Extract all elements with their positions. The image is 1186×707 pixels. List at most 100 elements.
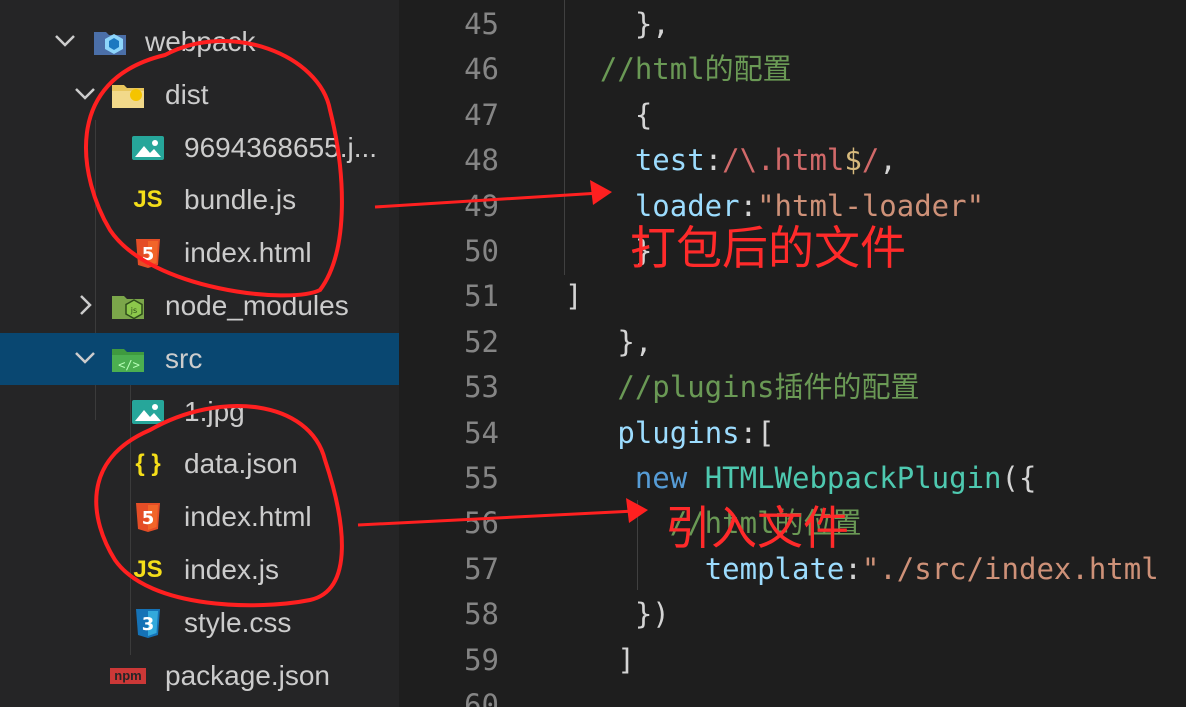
code-line: ] bbox=[565, 276, 582, 316]
svg-text:</>: </> bbox=[118, 358, 140, 372]
webpack-folder-icon bbox=[92, 26, 128, 58]
tree-item-label: data.json bbox=[184, 448, 298, 480]
tree-item[interactable]: 5 index.html bbox=[0, 491, 399, 543]
annotation-note: 打包后的文件 bbox=[630, 221, 906, 275]
html-file-icon: 5 bbox=[130, 501, 166, 533]
image-file-icon bbox=[130, 132, 166, 164]
chevron-right-icon[interactable] bbox=[70, 288, 100, 322]
image-file-icon bbox=[130, 396, 166, 428]
line-number: 49 bbox=[464, 188, 499, 223]
line-number: 48 bbox=[464, 143, 499, 178]
code-line: { bbox=[565, 95, 652, 135]
js-badge: JS bbox=[133, 186, 163, 214]
code-token: }) bbox=[565, 597, 670, 632]
tree-item[interactable]: JS bundle.js bbox=[0, 174, 399, 226]
line-number: 54 bbox=[464, 415, 499, 450]
code-token: ({ bbox=[1001, 461, 1037, 495]
code-token: //html的配置 bbox=[565, 52, 792, 87]
code-token: ] bbox=[565, 279, 583, 314]
code-token: "./src/index.html bbox=[861, 551, 1159, 586]
line-number: 59 bbox=[464, 642, 499, 677]
tree-item-label: index.js bbox=[184, 554, 279, 585]
tree-item[interactable]: 5 index.html bbox=[0, 227, 399, 279]
line-number: 60 bbox=[464, 688, 499, 707]
tree-item-label: bundle.js bbox=[184, 184, 297, 216]
code-token: new bbox=[634, 461, 688, 495]
code-token: }, bbox=[565, 7, 670, 41]
code-token: $ bbox=[844, 143, 862, 178]
svg-text:3: 3 bbox=[142, 614, 155, 635]
tree-item-label: style.css bbox=[184, 606, 292, 638]
tree-item-label: 1.jpg bbox=[184, 395, 245, 427]
code-token: //plugins插件的配置 bbox=[565, 370, 920, 405]
js-file-icon: JS bbox=[130, 554, 166, 586]
line-number: 58 bbox=[464, 597, 499, 632]
code-line: ] bbox=[565, 640, 635, 680]
json-file-icon: { } bbox=[130, 448, 166, 480]
tree-item[interactable]: js node_modules bbox=[0, 280, 399, 332]
line-number: 45 bbox=[464, 7, 499, 41]
code-line: //plugins插件的配置 bbox=[565, 367, 920, 407]
code-token: : bbox=[704, 143, 723, 178]
tree-item-label: 9694368655.j... bbox=[184, 131, 378, 163]
src-folder-icon: </> bbox=[110, 343, 146, 375]
tree-item-label: index.html bbox=[184, 501, 312, 533]
line-number: 47 bbox=[464, 97, 499, 132]
tree-item[interactable]: npm package.json bbox=[0, 650, 399, 702]
code-line: }) bbox=[565, 594, 670, 634]
node-folder-icon: js bbox=[110, 290, 146, 322]
tree-item[interactable]: { } data.json bbox=[0, 438, 399, 490]
js-file-icon: JS bbox=[130, 184, 166, 216]
code-token: / bbox=[861, 143, 880, 178]
tree-item[interactable]: 3 style.css bbox=[0, 597, 399, 649]
js-badge: JS bbox=[133, 556, 163, 583]
line-number: 56 bbox=[464, 506, 499, 541]
code-line: template:"./src/index.html bbox=[565, 549, 1159, 589]
html-file-icon: 5 bbox=[130, 237, 166, 269]
line-number: 52 bbox=[464, 324, 499, 359]
line-number: 51 bbox=[464, 279, 499, 314]
chevron-down-icon[interactable] bbox=[70, 341, 100, 375]
svg-text:5: 5 bbox=[142, 244, 155, 265]
chevron-down-icon[interactable] bbox=[50, 24, 80, 58]
tree-item-label: package.json bbox=[165, 659, 331, 691]
line-number: 55 bbox=[464, 461, 499, 495]
code-token: /\. bbox=[722, 143, 775, 178]
file-explorer: webpack dist 9694368655.j... JS bundle.js 5 in… bbox=[0, 0, 399, 707]
tree-item[interactable]: JS index.js bbox=[0, 544, 399, 596]
code-line: }, bbox=[565, 322, 652, 362]
code-token: { bbox=[565, 97, 653, 132]
tree-item[interactable]: </> src bbox=[0, 332, 399, 385]
tree-item[interactable]: webpack bbox=[0, 16, 399, 68]
tree-item-label: dist bbox=[165, 78, 209, 110]
code-token: , bbox=[879, 143, 897, 178]
chevron-down-icon[interactable] bbox=[70, 77, 100, 111]
line-number: 57 bbox=[464, 551, 499, 586]
code-line: test:/\.html$/, bbox=[565, 140, 897, 180]
code-token: HTMLWebpackPlugin bbox=[704, 461, 1002, 495]
code-editor[interactable]: 45 }, 46 //html的配置 47 {48 test:/\.html$/, 4… bbox=[399, 0, 1186, 707]
code-token: html bbox=[774, 143, 845, 178]
tree-item-label: src bbox=[165, 342, 203, 374]
css-file-icon: 3 bbox=[130, 607, 166, 639]
tree-item[interactable]: dist bbox=[0, 69, 399, 121]
json-badge: { } bbox=[135, 450, 161, 478]
code-token: }, bbox=[565, 324, 653, 359]
code-token: ] bbox=[565, 642, 635, 677]
npm-badge: npm bbox=[110, 667, 146, 684]
svg-text:js: js bbox=[130, 306, 137, 315]
tree-item-label: index.html bbox=[184, 237, 312, 269]
tree-item[interactable]: 1.jpg bbox=[0, 386, 399, 438]
code-token: plugins bbox=[617, 415, 740, 450]
annotation-note: 引入文件 bbox=[665, 501, 849, 555]
code-token: :[ bbox=[739, 415, 775, 450]
code-line: plugins:[ bbox=[565, 413, 775, 453]
tree-item-label: node_modules bbox=[165, 290, 349, 321]
tree-item[interactable]: 9694368655.j... bbox=[0, 122, 399, 174]
